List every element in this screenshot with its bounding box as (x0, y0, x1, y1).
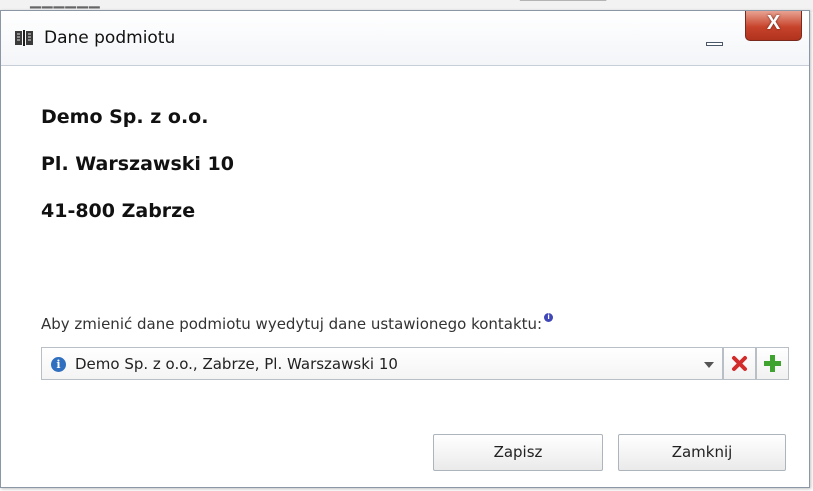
add-contact-button[interactable] (756, 347, 789, 380)
help-info-icon[interactable]: i (544, 313, 554, 322)
minimize-button[interactable] (697, 29, 731, 51)
entity-city: 41-800 Zabrze (41, 200, 196, 222)
remove-contact-button[interactable] (723, 347, 756, 380)
close-button[interactable]: Zamknij (618, 434, 786, 471)
background-text: ▁▁▁▁▁▁ (30, 0, 101, 9)
close-icon: X (766, 12, 781, 34)
remove-icon (732, 356, 747, 371)
contact-select-value: Demo Sp. z o.o., Zabrze, Pl. Warszawski … (75, 355, 398, 373)
contact-hint-text: Aby zmienić dane podmiotu wyedytuj dane … (41, 315, 543, 333)
background-text: ▀▀▀▀▀▀▀ (520, 0, 607, 10)
close-window-button[interactable]: X (745, 11, 802, 41)
title-bar[interactable]: Dane podmiotu X (1, 11, 809, 66)
dialog-window: Dane podmiotu X Demo Sp. z o.o. Pl. Wars… (0, 10, 810, 488)
book-icon (15, 30, 33, 46)
save-button[interactable]: Zapisz (433, 434, 603, 471)
contact-hint: Aby zmienić dane podmiotu wyedytuj dane … (41, 313, 554, 333)
entity-street: Pl. Warszawski 10 (41, 153, 234, 175)
window-title: Dane podmiotu (44, 28, 176, 48)
info-icon[interactable]: i (51, 357, 66, 372)
chevron-down-icon[interactable] (704, 362, 714, 368)
contact-select[interactable]: i Demo Sp. z o.o., Zabrze, Pl. Warszawsk… (41, 347, 723, 380)
add-icon (764, 355, 781, 372)
entity-name: Demo Sp. z o.o. (41, 106, 209, 128)
minimize-icon (706, 42, 723, 46)
